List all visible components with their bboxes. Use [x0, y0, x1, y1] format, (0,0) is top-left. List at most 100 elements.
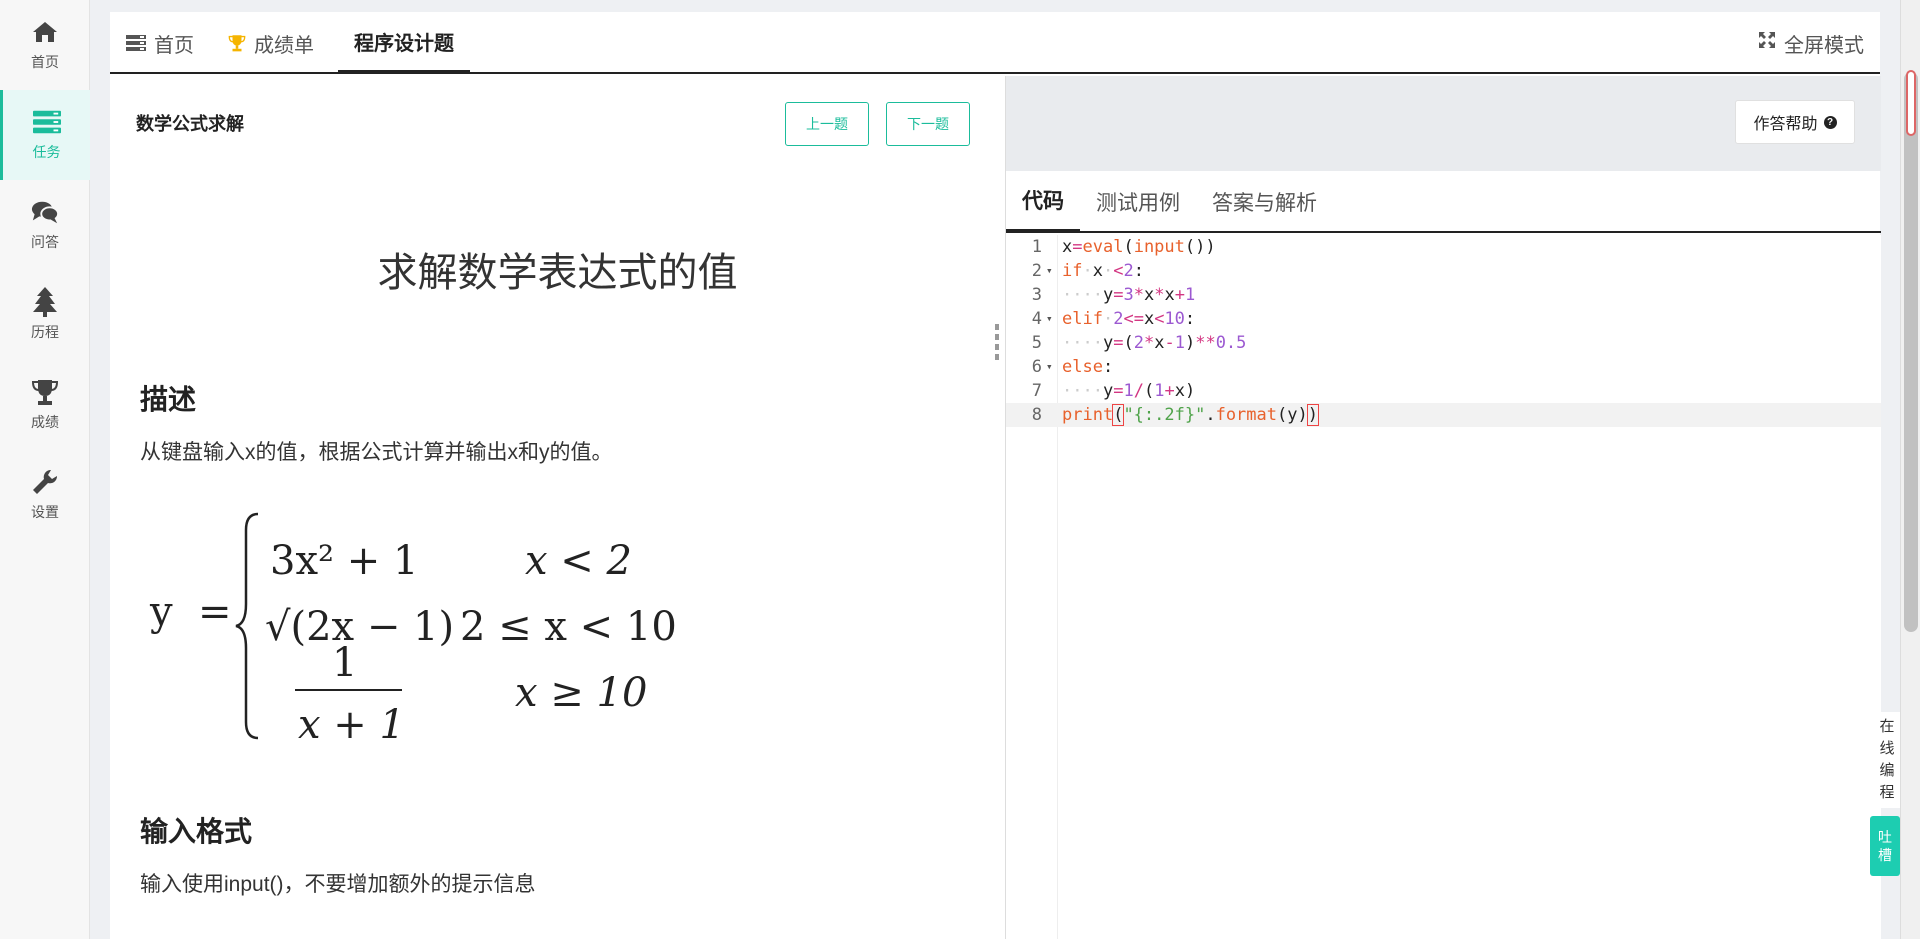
sidebar-item-history[interactable]: 历程 — [0, 270, 90, 360]
trophy-icon — [228, 34, 246, 52]
prev-question-button[interactable]: 上一题 — [785, 102, 869, 146]
line-number: 4 — [1031, 309, 1042, 329]
question-pane: 数学公式求解 上一题 下一题 求解数学表达式的值 描述 从键盘输入x的值，根据公… — [110, 76, 1005, 939]
code-text: elif·2<=x<10: — [1062, 309, 1196, 329]
sidebar-item-label: 历程 — [31, 324, 59, 340]
line-number: 5 — [1031, 333, 1042, 353]
question-heading: 求解数学表达式的值 — [377, 251, 738, 295]
pane-splitter[interactable] — [995, 324, 1001, 370]
button-char: 槽 — [1878, 847, 1892, 863]
home-icon — [31, 18, 59, 46]
sidebar-item-home[interactable]: 首页 — [0, 0, 90, 90]
sidebar-item-label: 首页 — [31, 54, 59, 70]
tab-answer-analysis[interactable]: 答案与解析 — [1212, 171, 1317, 233]
code-line[interactable]: 1 x=eval(input()) — [1006, 235, 1881, 259]
answer-help-button[interactable]: 作答帮助 ? — [1735, 100, 1855, 144]
fold-arrow-icon[interactable]: ▾ — [1046, 259, 1056, 283]
code-line[interactable]: 3 ····y=3*x*x+1 — [1006, 283, 1881, 307]
tab-scoreboard[interactable]: 成绩单 — [228, 12, 314, 74]
tab-code[interactable]: 代码 — [1006, 171, 1080, 233]
expand-icon — [1758, 31, 1776, 55]
sidebar-item-tasks[interactable]: 任务 — [0, 90, 90, 180]
description-heading: 描述 — [140, 384, 197, 415]
line-number: 2 — [1031, 261, 1042, 281]
line-number: 7 — [1031, 381, 1042, 401]
code-text: ····y=1/(1+x) — [1062, 381, 1196, 401]
editor-pane: 作答帮助 ? 代码 测试用例 答案与解析 1 x=eval(input()) 2… — [1005, 76, 1881, 939]
line-number: 3 — [1031, 285, 1042, 305]
feedback-button[interactable]: 吐 槽 — [1870, 816, 1900, 876]
case3-numerator: 1 — [332, 640, 357, 686]
online-coding-label: 在 线 编 程 — [1870, 712, 1904, 808]
case2-expression: √(2x − 1) — [265, 604, 454, 650]
sidebar-item-label: 问答 — [31, 234, 59, 250]
fullscreen-label: 全屏模式 — [1784, 34, 1864, 57]
code-text: ····y=(2*x-1)**0.5 — [1062, 333, 1247, 353]
label-char: 编 — [1879, 762, 1895, 779]
chat-icon — [31, 198, 59, 226]
sidebar-item-settings[interactable]: 设置 — [0, 450, 90, 540]
fold-arrow-icon[interactable]: ▾ — [1046, 355, 1056, 379]
sidebar-item-label: 任务 — [32, 144, 61, 160]
question-circle-icon: ? — [1823, 115, 1837, 129]
code-text: print("{:.2f}".format(y)) — [1062, 404, 1319, 426]
tab-label: 程序设计题 — [354, 32, 454, 55]
tasks-icon — [32, 108, 61, 136]
editor-toolbar: 作答帮助 ? — [1006, 76, 1881, 171]
code-line[interactable]: 7 ····y=1/(1+x) — [1006, 379, 1881, 403]
list-icon — [126, 35, 146, 51]
button-char: 吐 — [1878, 829, 1892, 845]
input-format-text: 输入使用input()，不要增加额外的提示信息 — [140, 873, 536, 896]
wrench-icon — [31, 468, 59, 496]
tab-programming[interactable]: 程序设计题 — [338, 12, 470, 74]
code-tabs: 代码 测试用例 答案与解析 — [1006, 171, 1881, 233]
sidebar: 首页 任务 问答 历程 成绩 设置 — [0, 0, 90, 939]
code-text: ····y=3*x*x+1 — [1062, 285, 1196, 305]
formula-equals: = — [198, 589, 232, 635]
code-editor[interactable]: 1 x=eval(input()) 2 ▾ if·x·<2: 3 ····y=3… — [1006, 235, 1881, 939]
tab-home[interactable]: 首页 — [126, 12, 194, 74]
line-number: 6 — [1031, 357, 1042, 377]
scrollbar-thumb[interactable] — [1904, 72, 1918, 632]
line-number: 1 — [1031, 237, 1042, 257]
case3-denominator: x + 1 — [298, 702, 405, 748]
description-text: 从键盘输入x的值，根据公式计算并输出x和y的值。 — [140, 441, 613, 464]
question-title: 数学公式求解 — [136, 114, 244, 134]
sidebar-item-label: 成绩 — [31, 414, 59, 430]
code-line[interactable]: 2 ▾ if·x·<2: — [1006, 259, 1881, 283]
input-format-heading: 输入格式 — [140, 816, 253, 847]
sidebar-item-scores[interactable]: 成绩 — [0, 360, 90, 450]
code-text: x=eval(input()) — [1062, 237, 1216, 257]
case2-condition: 2 ≤ x < 10 — [460, 604, 677, 650]
label-char: 线 — [1879, 740, 1895, 757]
code-line[interactable]: 5 ····y=(2*x-1)**0.5 — [1006, 331, 1881, 355]
code-line[interactable]: 6 ▾ else: — [1006, 355, 1881, 379]
answer-help-label: 作答帮助 — [1753, 116, 1818, 133]
top-nav: 首页 成绩单 程序设计题 全屏模式 — [110, 12, 1880, 74]
label-char: 在 — [1879, 718, 1895, 735]
case3-condition: x ≥ 10 — [515, 670, 647, 716]
tab-label: 成绩单 — [254, 34, 314, 57]
code-text: else: — [1062, 357, 1114, 377]
sidebar-item-qa[interactable]: 问答 — [0, 180, 90, 270]
piecewise-formula: y = 3x² + 1 x < 2 √(2x − 1) 2 ≤ x < 10 1… — [149, 512, 677, 748]
tab-test-cases[interactable]: 测试用例 — [1096, 171, 1180, 233]
line-number: 8 — [1031, 405, 1042, 425]
label-char: 程 — [1879, 784, 1895, 801]
case1-expression: 3x² + 1 — [270, 538, 418, 584]
sidebar-item-label: 设置 — [31, 504, 59, 520]
scrollbar-indicator — [1906, 70, 1916, 136]
formula-brace — [235, 512, 259, 740]
trophy-icon — [31, 378, 59, 406]
next-question-button[interactable]: 下一题 — [886, 102, 970, 146]
case1-condition: x < 2 — [525, 538, 632, 584]
fold-arrow-icon[interactable]: ▾ — [1046, 307, 1056, 331]
tree-icon — [31, 287, 59, 317]
formula-lhs: y — [149, 589, 173, 635]
code-line[interactable]: 4 ▾ elif·2<=x<10: — [1006, 307, 1881, 331]
code-text: if·x·<2: — [1062, 261, 1144, 281]
code-line[interactable]: 8 print("{:.2f}".format(y)) — [1006, 403, 1881, 427]
main-card: 首页 成绩单 程序设计题 全屏模式 数学公式求解 上一题 下一题 求解数学表达式… — [110, 12, 1881, 939]
tab-label: 首页 — [154, 34, 194, 57]
fullscreen-button[interactable]: 全屏模式 — [1758, 12, 1864, 74]
